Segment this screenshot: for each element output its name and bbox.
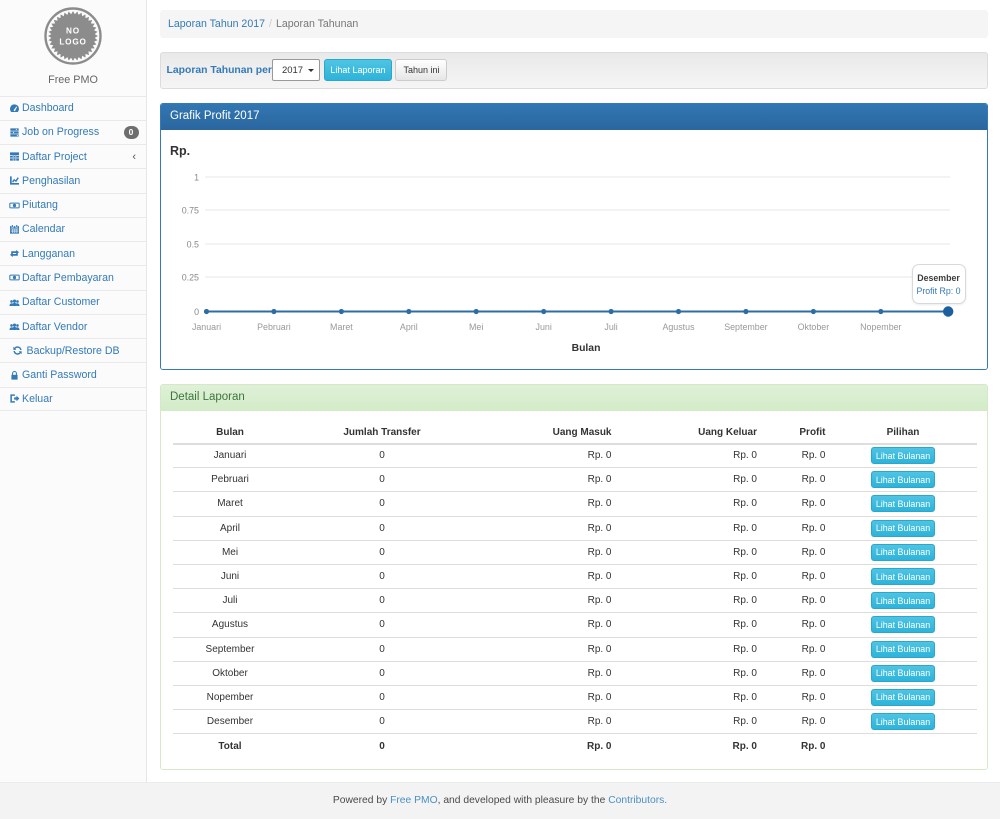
svg-text:0.25: 0.25	[181, 272, 198, 282]
svg-text:0.75: 0.75	[181, 205, 198, 215]
svg-text:1: 1	[194, 172, 199, 182]
svg-text:NO: NO	[66, 27, 80, 36]
svg-text:Rp.: Rp.	[170, 144, 190, 158]
svg-text:Oktober: Oktober	[797, 322, 829, 332]
svg-text:Juni: Juni	[535, 322, 551, 332]
svg-text:0.5: 0.5	[186, 239, 198, 249]
svg-text:Maret: Maret	[330, 322, 353, 332]
svg-text:April: April	[399, 322, 417, 332]
svg-text:Mei: Mei	[469, 322, 483, 332]
svg-text:Juli: Juli	[604, 322, 617, 332]
svg-text:Bulan: Bulan	[571, 343, 600, 354]
svg-text:0: 0	[194, 307, 199, 317]
svg-text:Pebruari: Pebruari	[257, 322, 291, 332]
svg-text:Januari: Januari	[191, 322, 220, 332]
svg-text:September: September	[724, 322, 767, 332]
svg-text:LOGO: LOGO	[59, 38, 86, 47]
svg-text:Nopember: Nopember	[860, 322, 901, 332]
svg-text:Agustus: Agustus	[662, 322, 695, 332]
